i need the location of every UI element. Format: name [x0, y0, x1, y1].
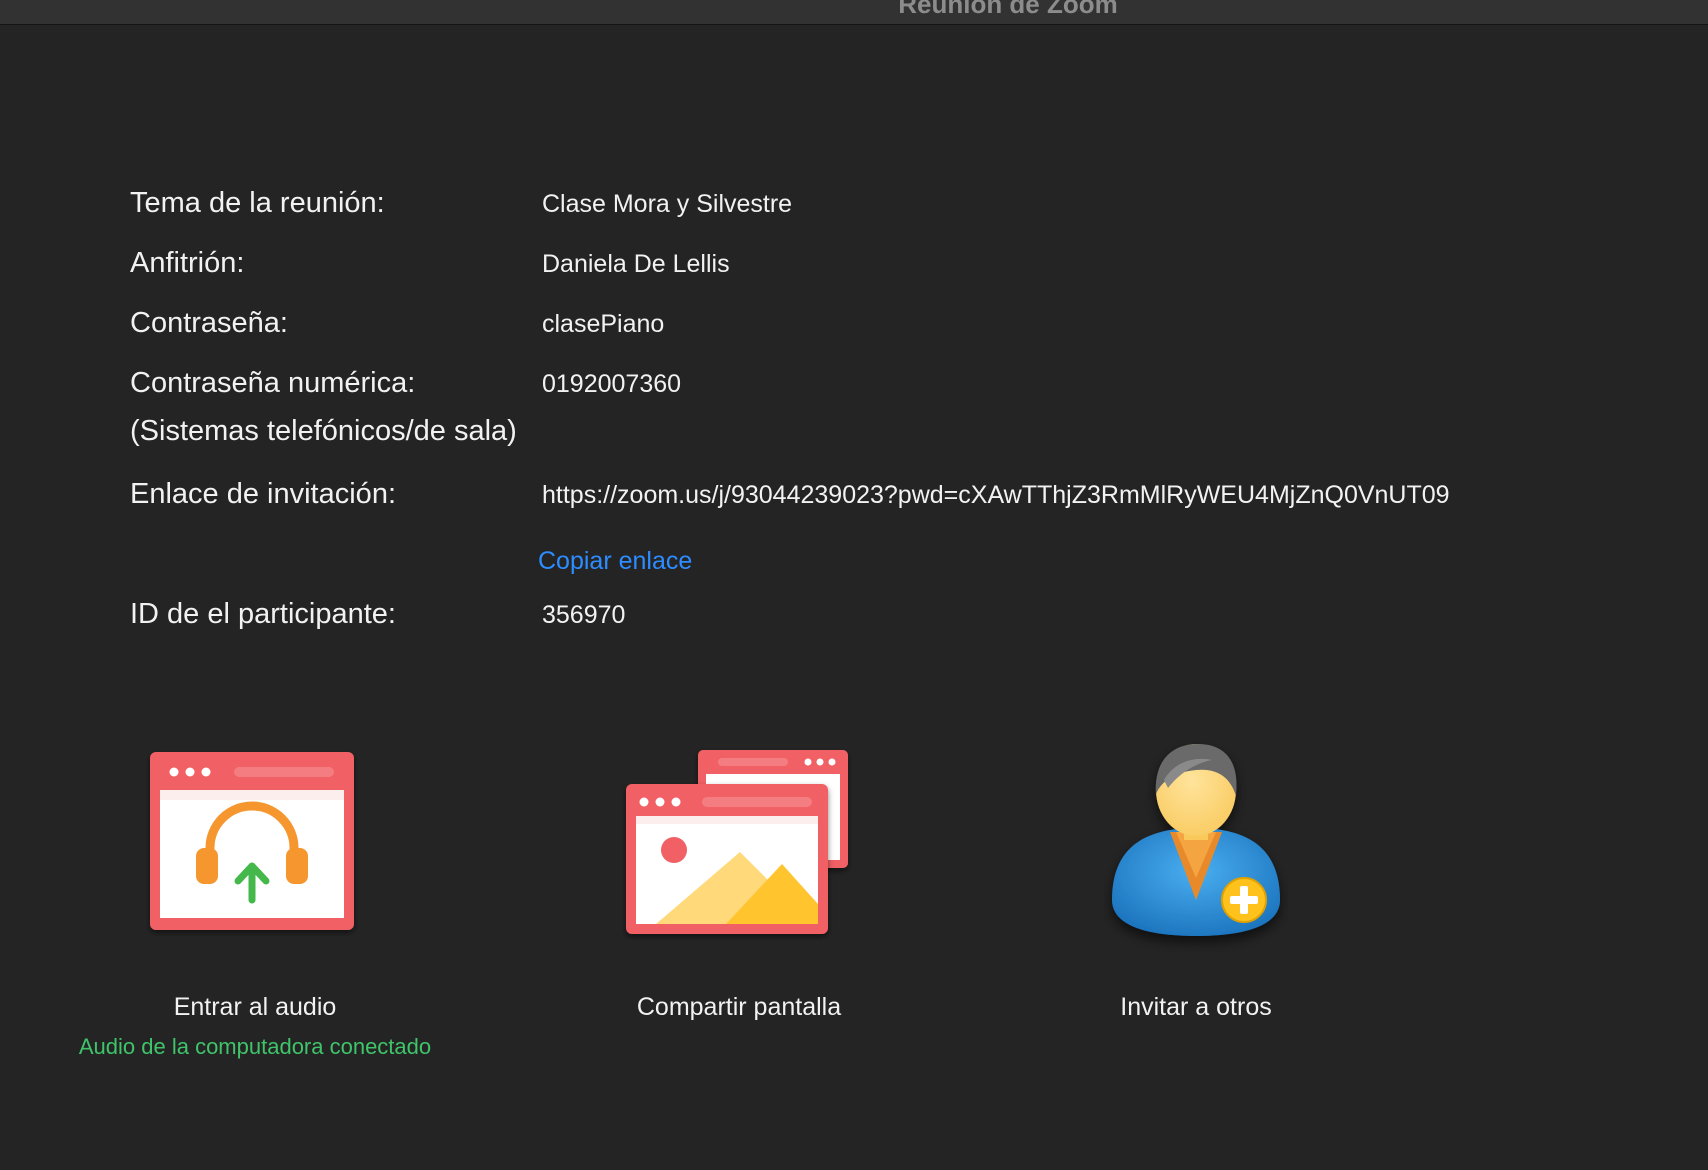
numeric-password-label: Contraseña numérica:	[130, 367, 416, 399]
topic-value: Clase Mora y Silvestre	[542, 190, 793, 218]
title-bar: Reunión de Zoom	[0, 0, 1708, 25]
invite-label[interactable]: Invitar a otros	[941, 993, 1451, 1022]
participant-id-value: 356970	[542, 601, 626, 629]
invite-button[interactable]	[1104, 740, 1288, 954]
password-label: Contraseña:	[130, 307, 288, 339]
numeric-password-value: 0192007360	[542, 370, 682, 398]
copy-link-button[interactable]: Copiar enlace	[538, 547, 692, 576]
host-value: Daniela De Lellis	[542, 250, 730, 278]
join-audio-button[interactable]	[146, 740, 358, 936]
headphones-upload-icon	[150, 752, 354, 930]
share-screen-icon	[626, 750, 848, 934]
share-screen-button[interactable]	[622, 740, 854, 940]
audio-status-text: Audio de la computadora conectado	[78, 1034, 432, 1059]
join-audio-label[interactable]: Entrar al audio	[0, 993, 510, 1022]
topic-label: Tema de la reunión:	[130, 187, 385, 219]
participant-id-label: ID de el participante:	[130, 598, 396, 630]
invite-person-icon	[1112, 744, 1280, 936]
share-screen-label[interactable]: Compartir pantalla	[484, 993, 994, 1022]
window-title: Reunión de Zoom	[898, 0, 1118, 19]
invite-link-label: Enlace de invitación:	[130, 478, 396, 510]
password-value: clasePiano	[542, 310, 665, 338]
numeric-password-sublabel: (Sistemas telefónicos/de sala)	[130, 415, 517, 447]
invite-link-value: https://zoom.us/j/93044239023?pwd=cXAwTT…	[542, 481, 1450, 509]
host-label: Anfitrión:	[130, 247, 245, 279]
